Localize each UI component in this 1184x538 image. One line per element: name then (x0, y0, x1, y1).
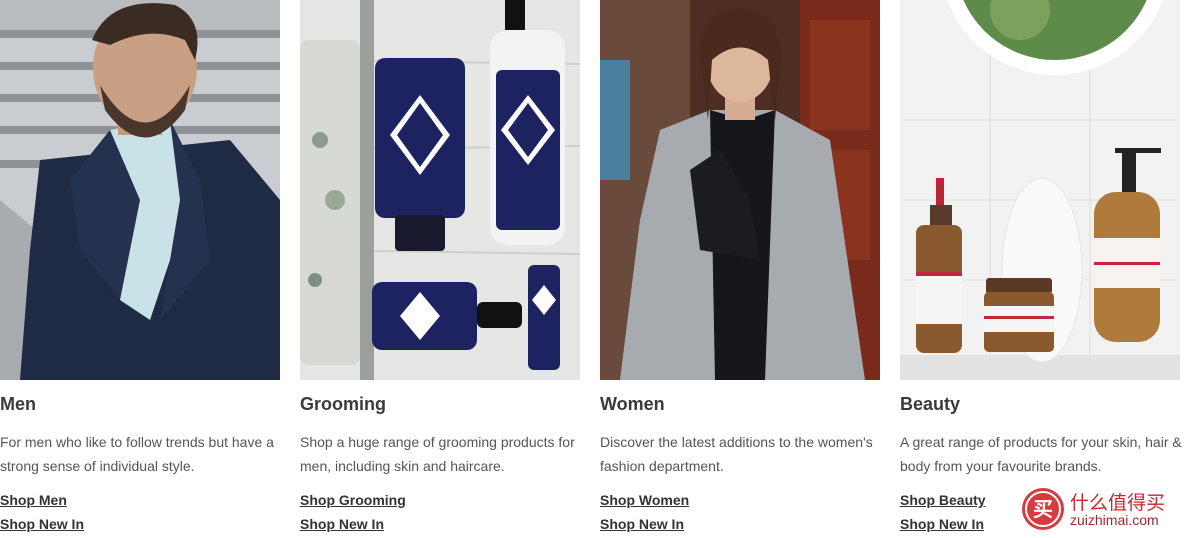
beauty-category-image[interactable] (900, 0, 1180, 380)
grooming-category-image[interactable] (300, 0, 580, 380)
category-title: Women (600, 394, 665, 414)
shop-new-in-link[interactable]: Shop New In (300, 516, 384, 532)
category-card-women: Women Discover the latest additions to t… (600, 0, 880, 538)
shop-men-link[interactable]: Shop Men (0, 492, 67, 508)
category-description: A great range of products for your skin,… (900, 434, 1182, 474)
category-title: Men (0, 394, 36, 414)
watermark-domain: zuizhimai.com (1070, 512, 1159, 528)
svg-text:买: 买 (1033, 497, 1053, 521)
shop-new-in-link[interactable]: Shop New In (900, 516, 984, 532)
men-category-image[interactable] (0, 0, 280, 380)
shop-new-in-link[interactable]: Shop New In (600, 516, 684, 532)
category-card-grooming: Grooming Shop a huge range of grooming p… (300, 0, 580, 538)
shop-new-in-link[interactable]: Shop New In (0, 516, 84, 532)
category-card-beauty: Beauty A great range of products for you… (900, 0, 1182, 538)
category-description: Discover the latest additions to the wom… (600, 434, 873, 474)
category-description: For men who like to follow trends but ha… (0, 434, 274, 474)
women-category-image[interactable] (600, 0, 880, 380)
watermark-logo-icon: 买 (1022, 488, 1064, 530)
category-title: Beauty (900, 394, 961, 414)
category-description: Shop a huge range of grooming products f… (300, 434, 575, 474)
site-watermark: 买 什么值得买 zuizhimai.com (1018, 486, 1178, 534)
watermark-name: 什么值得买 (1070, 492, 1166, 514)
category-grid: Men For men who like to follow trends bu… (0, 0, 1184, 538)
category-card-men: Men For men who like to follow trends bu… (0, 0, 280, 538)
shop-beauty-link[interactable]: Shop Beauty (900, 492, 986, 508)
shop-women-link[interactable]: Shop Women (600, 492, 689, 508)
category-title: Grooming (300, 394, 386, 414)
shop-grooming-link[interactable]: Shop Grooming (300, 492, 406, 508)
